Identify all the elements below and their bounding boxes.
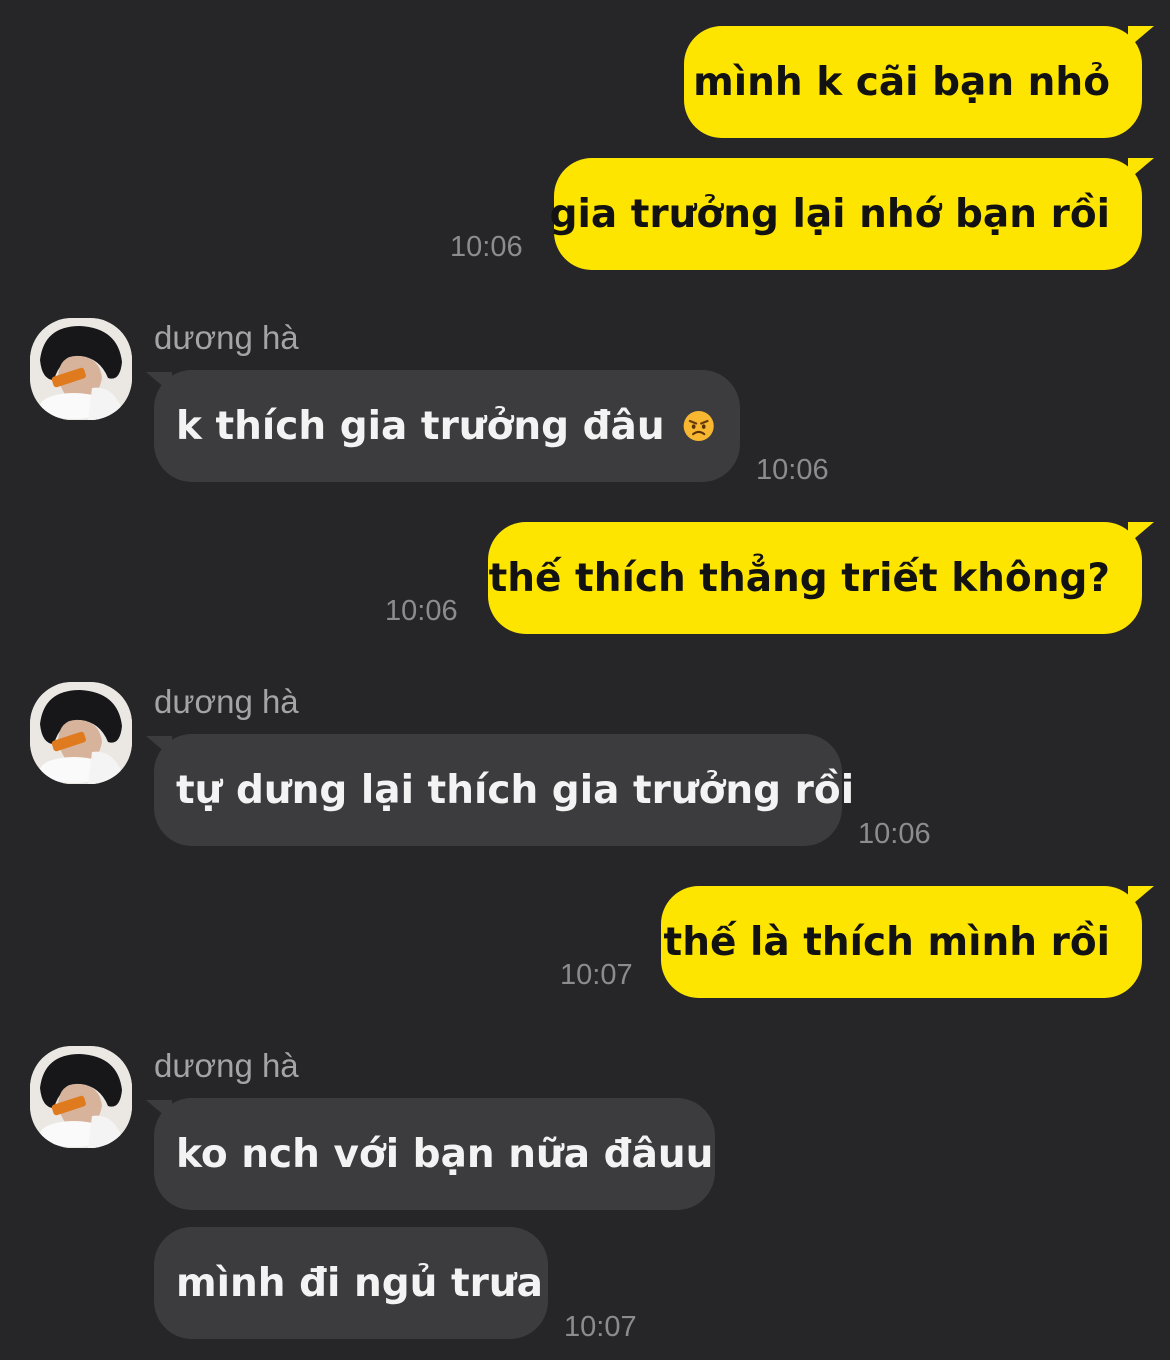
incoming-message-bubble[interactable]: tự dưng lại thích gia trưởng rồi	[154, 734, 854, 846]
contact-avatar[interactable]	[30, 1046, 132, 1148]
contact-avatar[interactable]	[30, 682, 132, 784]
outgoing-message-bubble[interactable]: thế thích thẳng triết không?	[488, 522, 1142, 634]
sender-name: dương hà	[154, 1047, 299, 1084]
angry-face-emoji-icon	[683, 410, 714, 442]
outgoing-message-bubble[interactable]: gia trưởng lại nhớ bạn rồi	[550, 158, 1142, 270]
bubble-tail	[1128, 158, 1154, 180]
message-timestamp: 10:06	[858, 818, 931, 850]
bubble-tail	[1128, 886, 1154, 908]
message-timestamp: 10:06	[450, 231, 523, 263]
message-text: mình k cãi bạn nhỏ	[693, 59, 1110, 105]
message-text: ko nch với bạn nữa đâuu	[176, 1131, 714, 1177]
avatar-photo-icon	[30, 1046, 132, 1148]
message-timestamp: 10:06	[756, 454, 829, 486]
bubble-tail	[1128, 522, 1154, 544]
outgoing-message-bubble[interactable]: mình k cãi bạn nhỏ	[684, 26, 1142, 138]
incoming-message-bubble[interactable]: k thích gia trưởng đâu	[154, 370, 740, 482]
message-text: tự dưng lại thích gia trưởng rồi	[176, 767, 855, 813]
sender-name: dương hà	[154, 319, 299, 356]
bubble-tail	[1128, 26, 1154, 48]
message-timestamp: 10:07	[564, 1311, 637, 1343]
message-timestamp: 10:07	[560, 959, 633, 991]
incoming-message-bubble[interactable]: mình đi ngủ trưa	[154, 1227, 548, 1339]
avatar-photo-icon	[30, 318, 132, 420]
incoming-message-bubble[interactable]: ko nch với bạn nữa đâuu	[154, 1098, 715, 1210]
contact-avatar[interactable]	[30, 318, 132, 420]
message-text: thế là thích mình rồi	[663, 919, 1110, 965]
message-text: mình đi ngủ trưa	[176, 1260, 543, 1306]
message-timestamp: 10:06	[385, 595, 458, 627]
avatar-photo-icon	[30, 682, 132, 784]
sender-name: dương hà	[154, 683, 299, 720]
message-text: gia trưởng lại nhớ bạn rồi	[549, 191, 1110, 237]
message-text: k thích gia trưởng đâu	[176, 403, 665, 449]
message-text: thế thích thẳng triết không?	[488, 555, 1110, 601]
outgoing-message-bubble[interactable]: thế là thích mình rồi	[661, 886, 1142, 998]
